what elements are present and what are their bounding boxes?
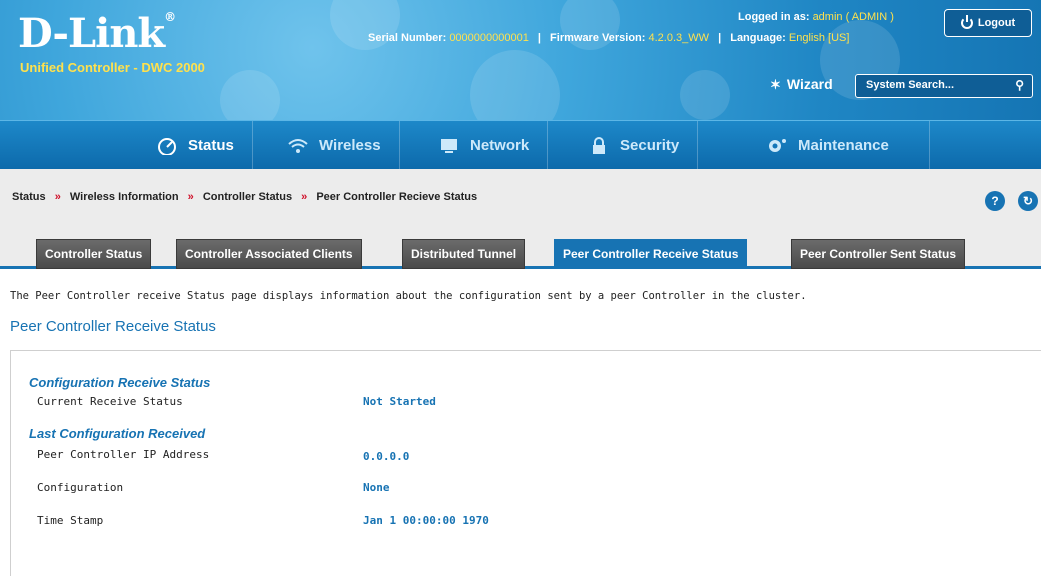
logout-button[interactable]: Logout (944, 9, 1032, 37)
monitor-icon (441, 138, 457, 153)
main-nav: Status Wireless Network Security Mainten… (0, 120, 1041, 170)
tab-controller-associated-clients[interactable]: Controller Associated Clients (176, 239, 362, 269)
tab-peer-controller-receive-status[interactable]: Peer Controller Receive Status (554, 239, 748, 269)
refresh-icon[interactable]: ↻ (1018, 191, 1038, 211)
breadcrumb: Status » Wireless Information » Controll… (12, 191, 478, 203)
help-icon[interactable]: ? (985, 191, 1005, 211)
page-title: Peer Controller Receive Status (10, 318, 216, 335)
breadcrumb-item-status[interactable]: Status (12, 191, 46, 203)
tab-peer-controller-sent-status[interactable]: Peer Controller Sent Status (791, 239, 966, 269)
wand-icon: ✶ (770, 77, 781, 92)
current-receive-status-value: Not Started (363, 395, 436, 408)
configuration-label: Configuration (37, 481, 124, 494)
tab-bar: Controller Status Controller Associated … (0, 231, 1041, 269)
page-description: The Peer Controller receive Status page … (10, 290, 807, 302)
breadcrumb-bar: Status » Wireless Information » Controll… (0, 169, 1041, 231)
nav-status[interactable]: Status (138, 121, 253, 170)
configuration-value: None (363, 481, 390, 494)
gear-icon (769, 138, 786, 152)
power-icon (960, 15, 973, 29)
current-receive-status-label: Current Receive Status (37, 395, 183, 408)
firmware-version: 4.2.0.3_WW (648, 32, 710, 44)
time-stamp-value: Jan 1 00:00:00 1970 (363, 514, 489, 527)
gauge-icon (158, 137, 176, 155)
wizard-link[interactable]: ✶ Wizard (770, 76, 833, 93)
dlink-logo: D-Link® (18, 10, 176, 57)
logged-in-info: Logged in as: admin ( ADMIN ) (738, 11, 894, 23)
header: D-Link® Unified Controller - DWC 2000 Lo… (0, 0, 1041, 120)
status-panel: Configuration Receive Status Current Rec… (10, 350, 1041, 576)
product-subtitle: Unified Controller - DWC 2000 (20, 60, 205, 75)
device-info: Serial Number: 0000000000001 | Firmware … (368, 32, 850, 44)
tab-controller-status[interactable]: Controller Status (36, 239, 152, 269)
nav-wireless[interactable]: Wireless (269, 121, 400, 170)
nav-security[interactable]: Security (570, 121, 699, 170)
breadcrumb-item-wireless-information[interactable]: Wireless Information (70, 191, 179, 203)
serial-number: 0000000000001 (449, 32, 529, 44)
wifi-icon (288, 138, 308, 153)
tab-distributed-tunnel[interactable]: Distributed Tunnel (402, 239, 526, 269)
breadcrumb-item-current: Peer Controller Recieve Status (316, 191, 478, 203)
section-title-configuration-receive-status: Configuration Receive Status (29, 375, 211, 390)
logged-in-user: admin ( ADMIN ) (812, 11, 894, 23)
system-search-input[interactable]: System Search... ⚲ (855, 74, 1033, 98)
peer-controller-ip-label: Peer Controller IP Address (37, 448, 210, 461)
language-select[interactable]: English [US] (789, 32, 850, 44)
nav-network[interactable]: Network (420, 121, 549, 170)
time-stamp-label: Time Stamp (37, 514, 104, 527)
breadcrumb-item-controller-status[interactable]: Controller Status (203, 191, 292, 203)
peer-controller-ip-value: 0.0.0.0 (363, 450, 410, 463)
search-icon: ⚲ (1015, 78, 1024, 92)
section-title-last-configuration-received: Last Configuration Received (29, 426, 206, 441)
nav-maintenance[interactable]: Maintenance (748, 121, 930, 170)
lock-icon (593, 136, 605, 154)
